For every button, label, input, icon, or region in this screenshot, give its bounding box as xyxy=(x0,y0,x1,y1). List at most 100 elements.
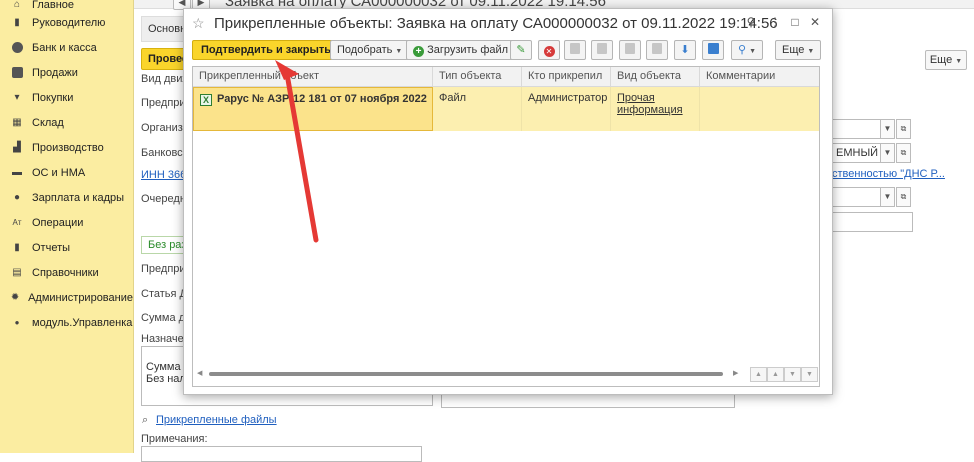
more-label: Еще xyxy=(782,44,805,56)
sidebar-item-admin[interactable]: ✹ Администрирование xyxy=(0,285,133,310)
chevron-down-icon[interactable]: ▼ xyxy=(880,143,895,163)
counterparty-link[interactable]: ственностью "ДНС Р... xyxy=(832,168,945,180)
menu-icon[interactable]: ⋮ xyxy=(768,15,782,29)
sidebar-item-payroll[interactable]: ● Зарплата и кадры xyxy=(0,185,133,210)
chevron-down-icon: ▼ xyxy=(749,48,756,55)
maximize-icon[interactable]: □ xyxy=(788,15,802,29)
upload-label: Загрузить файл xyxy=(427,44,509,56)
priority-field[interactable] xyxy=(832,187,885,207)
delete-button[interactable]: ✕ xyxy=(538,40,560,60)
column-header-kind[interactable]: Вид объекта xyxy=(611,67,700,86)
scroll-left-icon[interactable]: ◀ xyxy=(197,369,202,377)
object-kind-link[interactable]: Прочая информация xyxy=(617,92,683,116)
chevron-down-icon[interactable]: ▼ xyxy=(880,187,895,207)
sidebar-item-production[interactable]: ▟ Производство xyxy=(0,135,133,160)
sidebar-item-manager[interactable]: ▮ Руководителю xyxy=(0,10,133,35)
extra-field[interactable] xyxy=(832,212,913,232)
sidebar-item-bank[interactable]: Банк и касса xyxy=(0,35,133,60)
label-enterprise-2: Предпри xyxy=(141,263,186,275)
sidebar-item-label: Операции xyxy=(32,216,84,229)
report-icon: ▮ xyxy=(14,242,20,253)
background-more-button[interactable]: Еще ▼ xyxy=(925,50,967,70)
pencil-icon: ✎ xyxy=(516,44,526,56)
sidebar: ⌂ Главное ▮ Руководителю Банк и касса Пр… xyxy=(0,0,134,453)
scrollbar-thumb[interactable] xyxy=(209,372,723,376)
confirm-and-close-button[interactable]: Подтвердить и закрыть xyxy=(192,40,341,60)
cart-icon: ▾ xyxy=(14,92,20,103)
cell-comment xyxy=(700,87,819,131)
first-row-button[interactable]: ▲ xyxy=(750,367,767,382)
factory-icon: ▟ xyxy=(13,142,21,153)
notes-field[interactable] xyxy=(141,446,422,462)
sidebar-item-label: Главное xyxy=(32,0,75,11)
column-header-comments[interactable]: Комментарии xyxy=(700,67,819,86)
open-icon[interactable]: ⧉ xyxy=(896,187,911,207)
document-icon xyxy=(597,43,607,54)
horizontal-scrollbar[interactable]: ◀ ▶ xyxy=(197,369,743,379)
column-header-type[interactable]: Тип объекта xyxy=(433,67,522,86)
next-row-button[interactable]: ▼ xyxy=(784,367,801,382)
last-row-button[interactable]: ▼ xyxy=(801,367,818,382)
sidebar-item-catalogs[interactable]: ▤ Справочники xyxy=(0,260,133,285)
sidebar-item-sales[interactable]: Продажи xyxy=(0,60,133,85)
sidebar-item-label: модуль.Управленка xyxy=(32,316,133,329)
link-icon[interactable]: ⚲ xyxy=(744,15,758,29)
copy-button[interactable] xyxy=(646,40,668,60)
sidebar-item-operations[interactable]: Aт Операции xyxy=(0,210,133,235)
sidebar-item-label: Руководителю xyxy=(32,16,106,29)
dialog-title: Прикрепленные объекты: Заявка на оплату … xyxy=(214,15,778,32)
close-icon[interactable]: ✕ xyxy=(808,15,822,29)
column-header-attached-by[interactable]: Кто прикрепил xyxy=(522,67,611,86)
organization-field[interactable] xyxy=(832,119,885,139)
chevron-down-icon[interactable]: ▼ xyxy=(880,119,895,139)
sidebar-item-label: Склад xyxy=(32,116,64,129)
sidebar-item-purchases[interactable]: ▾ Покупки xyxy=(0,85,133,110)
sidebar-item-label: Банк и касса xyxy=(32,41,97,54)
bank-icon xyxy=(10,41,24,55)
attached-objects-dialog: ☆ Прикрепленные объекты: Заявка на оплат… xyxy=(183,8,833,395)
sidebar-item-warehouse[interactable]: ▦ Склад xyxy=(0,110,133,135)
cell-type: Файл xyxy=(433,87,522,131)
scan-button[interactable] xyxy=(619,40,641,60)
star-icon[interactable]: ☆ xyxy=(192,15,205,32)
sidebar-item-label: Продажи xyxy=(32,66,78,79)
paperclip-icon: ⌕ xyxy=(142,414,149,426)
sidebar-item-label: Администрирование xyxy=(28,291,133,304)
inn-link[interactable]: ИНН 366 xyxy=(141,169,186,181)
cell-object[interactable]: X Рарус № АЗР-12 181 от 07 ноября 2022 xyxy=(193,87,433,131)
sidebar-item-label: Зарплата и кадры xyxy=(32,191,125,204)
edit-button[interactable]: ✎ xyxy=(510,40,532,60)
download-button[interactable]: ⬇ xyxy=(674,40,696,60)
upload-file-button[interactable]: + Загрузить файл xyxy=(406,40,516,60)
warehouse-icon: ▦ xyxy=(12,117,22,128)
excel-file-icon: X xyxy=(200,94,212,106)
delete-icon: ✕ xyxy=(543,46,555,57)
bank-account-field[interactable]: ЕМНЫЙ БА xyxy=(832,143,885,163)
forward-doc-button[interactable] xyxy=(564,40,586,60)
module-icon: ● xyxy=(14,318,20,327)
send-button[interactable] xyxy=(702,40,724,60)
pick-label: Подобрать xyxy=(337,44,393,56)
column-header-object[interactable]: Прикрепленный объект xyxy=(193,67,433,86)
more-button[interactable]: Еще ▼ xyxy=(775,40,822,60)
open-icon[interactable]: ⧉ xyxy=(896,119,911,139)
sidebar-item-label: ОС и НМА xyxy=(32,166,86,179)
sidebar-item-module[interactable]: ● модуль.Управленка xyxy=(0,310,133,335)
prev-row-button[interactable]: ▲ xyxy=(767,367,784,382)
chevron-down-icon: ▼ xyxy=(955,58,963,65)
cell-kind[interactable]: Прочая информация xyxy=(611,87,700,131)
operations-icon: Aт xyxy=(12,218,22,227)
document-button[interactable] xyxy=(591,40,613,60)
sidebar-item-reports[interactable]: ▮ Отчеты xyxy=(0,235,133,260)
pick-button[interactable]: Подобрать ▼ xyxy=(330,40,410,60)
search-button[interactable]: ⚲ ▼ xyxy=(731,40,763,60)
label-enterprise: Предпри xyxy=(141,97,186,109)
bag-icon xyxy=(10,66,24,80)
open-icon[interactable]: ⧉ xyxy=(896,143,911,163)
sidebar-item-label: Производство xyxy=(32,141,104,154)
sidebar-item-assets[interactable]: ▬ ОС и НМА xyxy=(0,160,133,185)
scroll-right-icon[interactable]: ▶ xyxy=(733,369,738,377)
sidebar-item-label: Покупки xyxy=(32,91,74,104)
attached-files-link[interactable]: Прикрепленные файлы xyxy=(156,414,277,426)
table-row[interactable]: X Рарус № АЗР-12 181 от 07 ноября 2022 Фа… xyxy=(193,87,819,131)
